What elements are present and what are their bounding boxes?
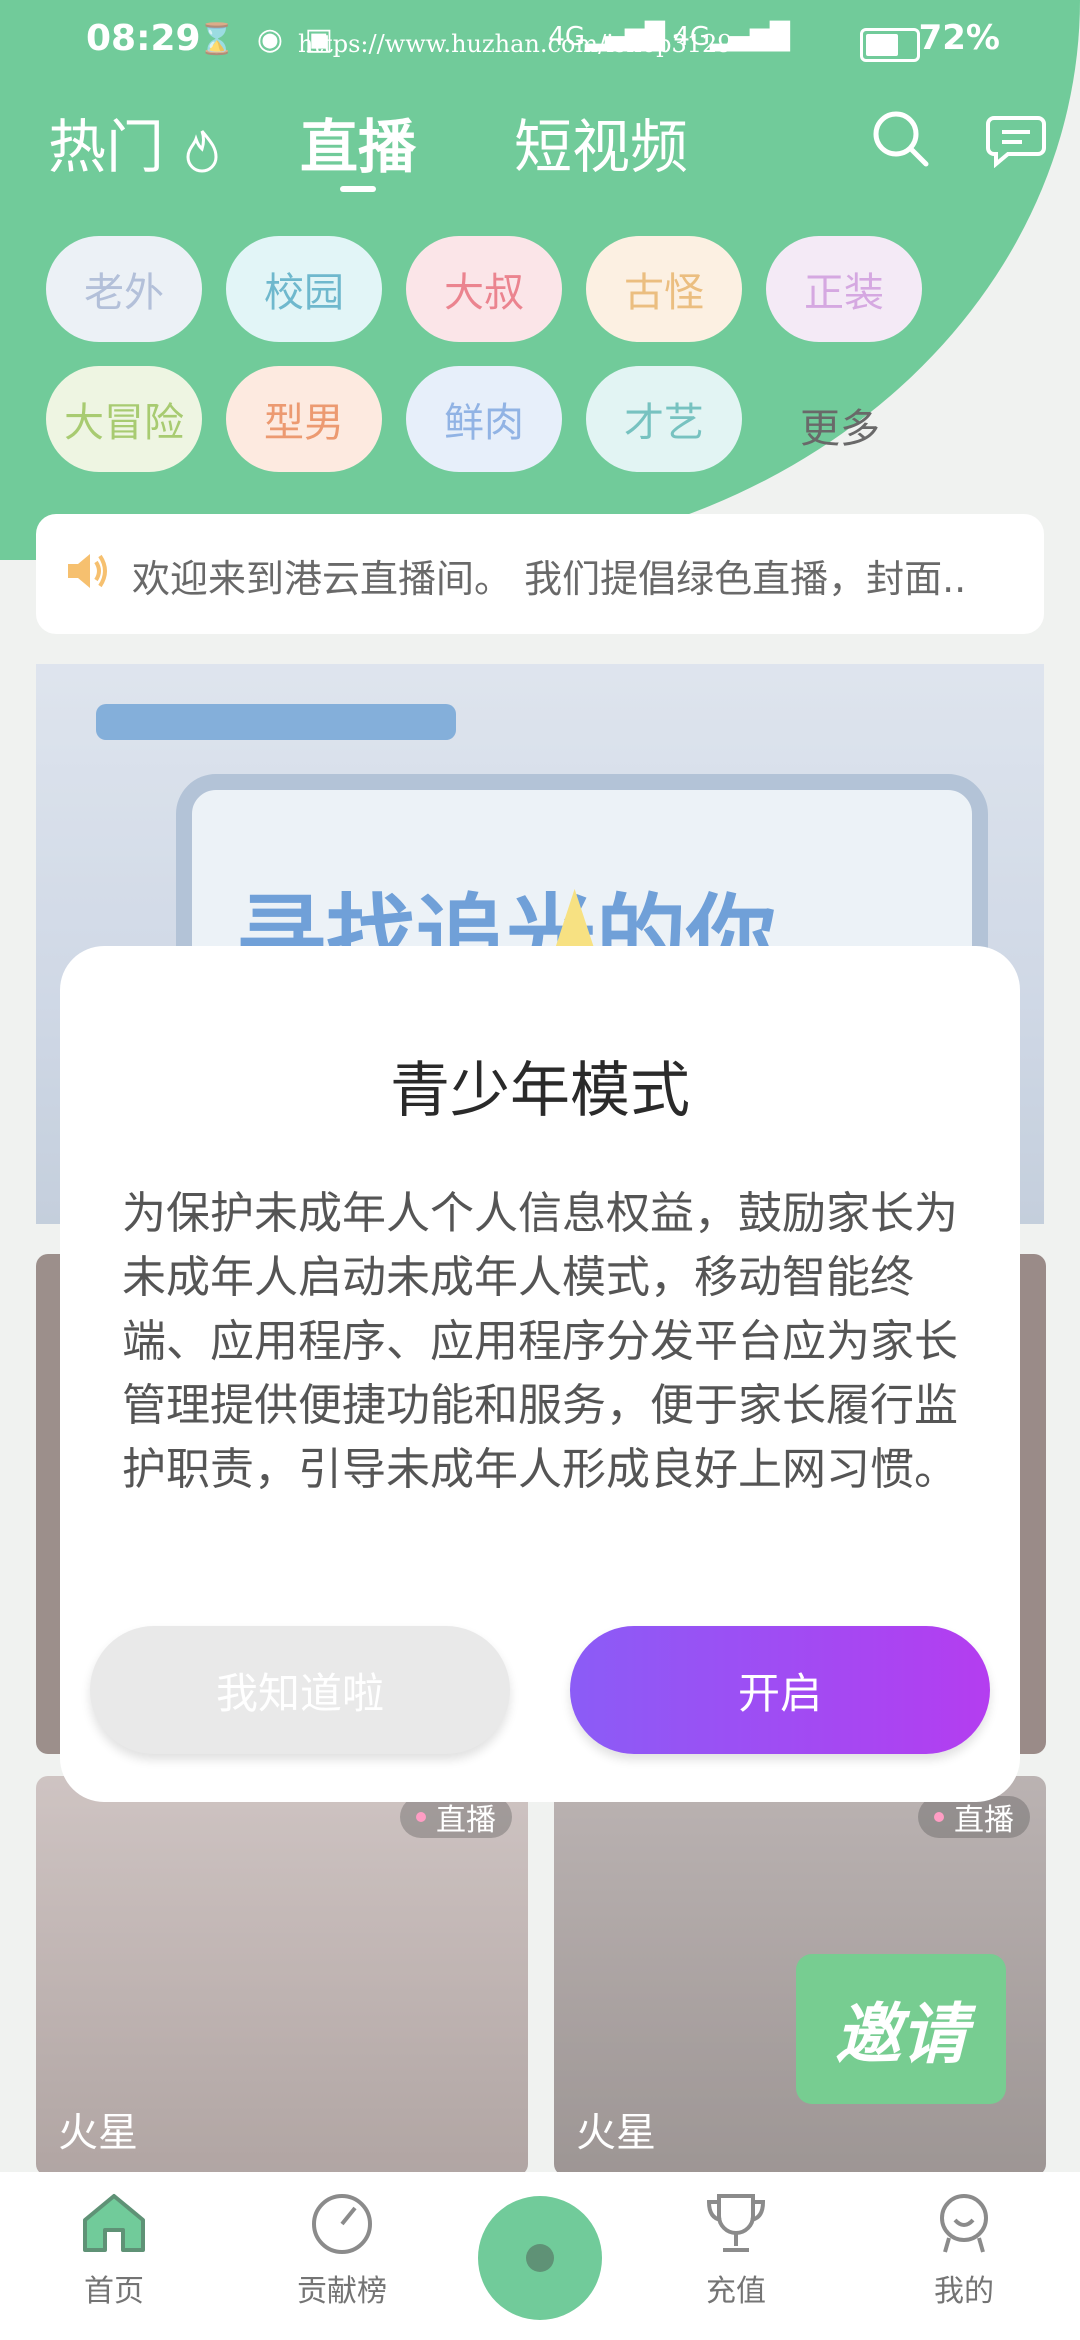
dialog-body: 为保护未成年人个人信息权益，鼓励家长为未成年人启动未成年人模式，移动智能终端、应… xyxy=(122,1188,958,1495)
enable-youth-mode-button[interactable]: 开启 xyxy=(570,1626,990,1754)
youth-mode-dialog: 青少年模式 为保护未成年人个人信息权益，鼓励家长为未成年人启动未成年人模式，移动… xyxy=(60,946,1020,1802)
dialog-title: 青少年模式 xyxy=(390,1056,690,1126)
app-screen: 08:29 ⌛ ◉ ▣ https://www.huzhan.com/ishop… xyxy=(0,0,1080,2340)
dismiss-button[interactable]: 我知道啦 xyxy=(90,1626,510,1754)
